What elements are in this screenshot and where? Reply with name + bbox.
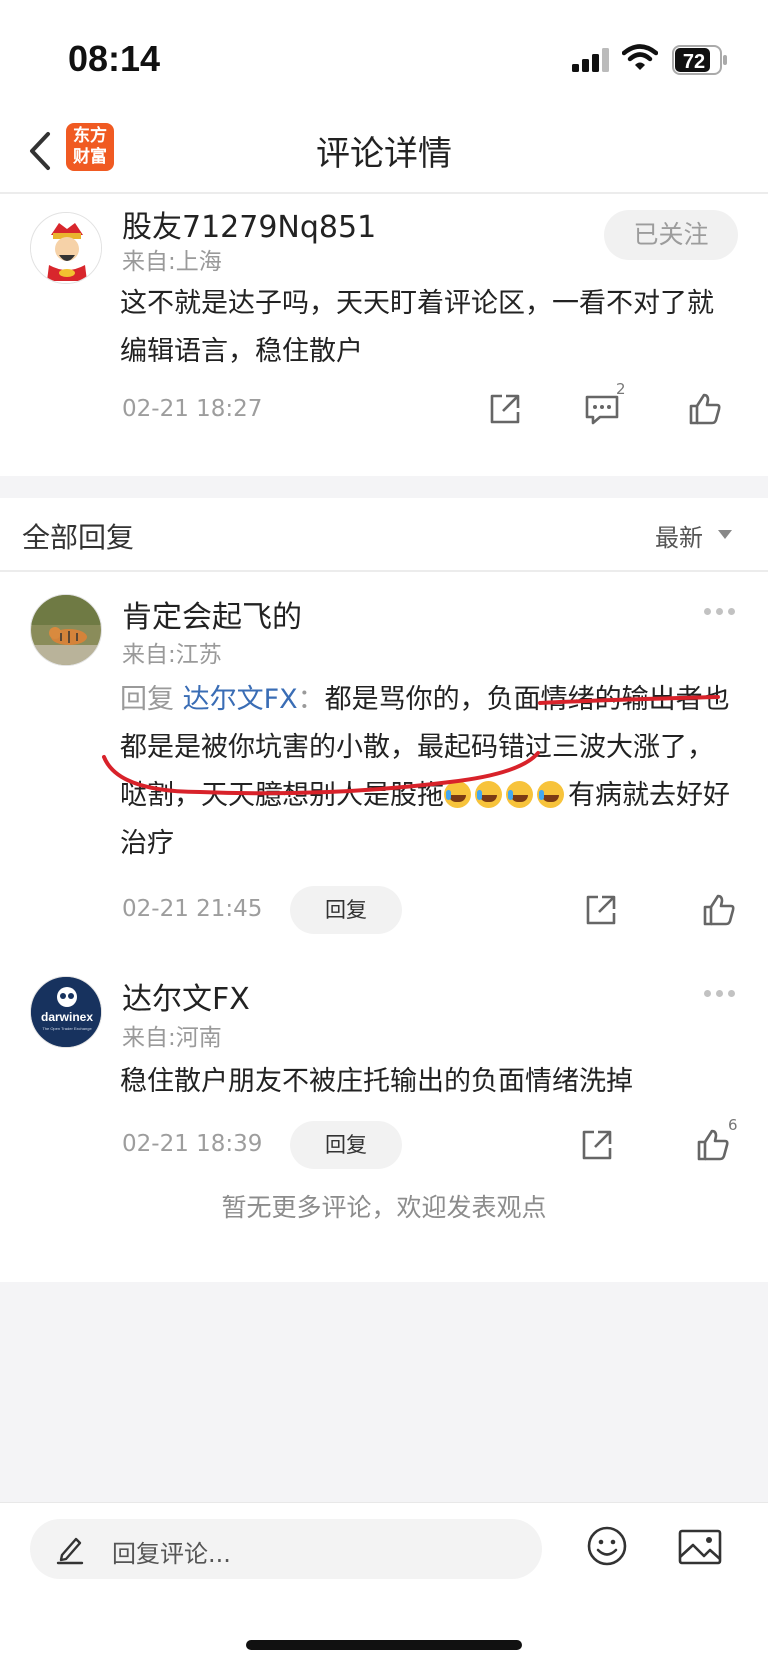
- reply-location: 来自:河南: [122, 1025, 222, 1051]
- share-icon[interactable]: [580, 1128, 614, 1162]
- no-more-comments: 暂无更多评论，欢迎发表观点: [221, 1193, 547, 1222]
- reply-username[interactable]: 达尔文FX: [122, 974, 250, 1018]
- empty-area: [0, 1282, 768, 1502]
- share-icon[interactable]: [584, 893, 618, 927]
- reply-button[interactable]: 回复: [290, 1121, 402, 1169]
- like-count: 6: [728, 1116, 738, 1134]
- bottom-bar: 回复评论...: [0, 1502, 768, 1663]
- avatar[interactable]: darwinex The Open Trader Exchange: [30, 976, 102, 1048]
- reply-date: 02-21 18:39: [122, 1131, 263, 1157]
- reply-text: 稳住散户朋友不被庄托输出的负面情绪洗掉: [120, 1066, 633, 1097]
- reply-input-placeholder: 回复评论...: [112, 1540, 231, 1568]
- emoji-icon[interactable]: [586, 1525, 628, 1567]
- reply-input[interactable]: 回复评论...: [30, 1519, 542, 1579]
- avatar-logo-text: darwinex: [41, 1010, 93, 1024]
- reply-date: 02-21 21:45: [122, 896, 263, 922]
- reply-button[interactable]: 回复: [290, 886, 402, 934]
- thumbs-up-icon[interactable]: [696, 1128, 730, 1162]
- thumbs-up-icon[interactable]: [702, 893, 736, 927]
- home-indicator: [246, 1640, 522, 1650]
- image-icon[interactable]: [678, 1529, 722, 1565]
- more-icon[interactable]: [704, 990, 736, 998]
- pencil-icon: [56, 1537, 84, 1565]
- avatar-logo-subtext: The Open Trader Exchange: [42, 1026, 92, 1031]
